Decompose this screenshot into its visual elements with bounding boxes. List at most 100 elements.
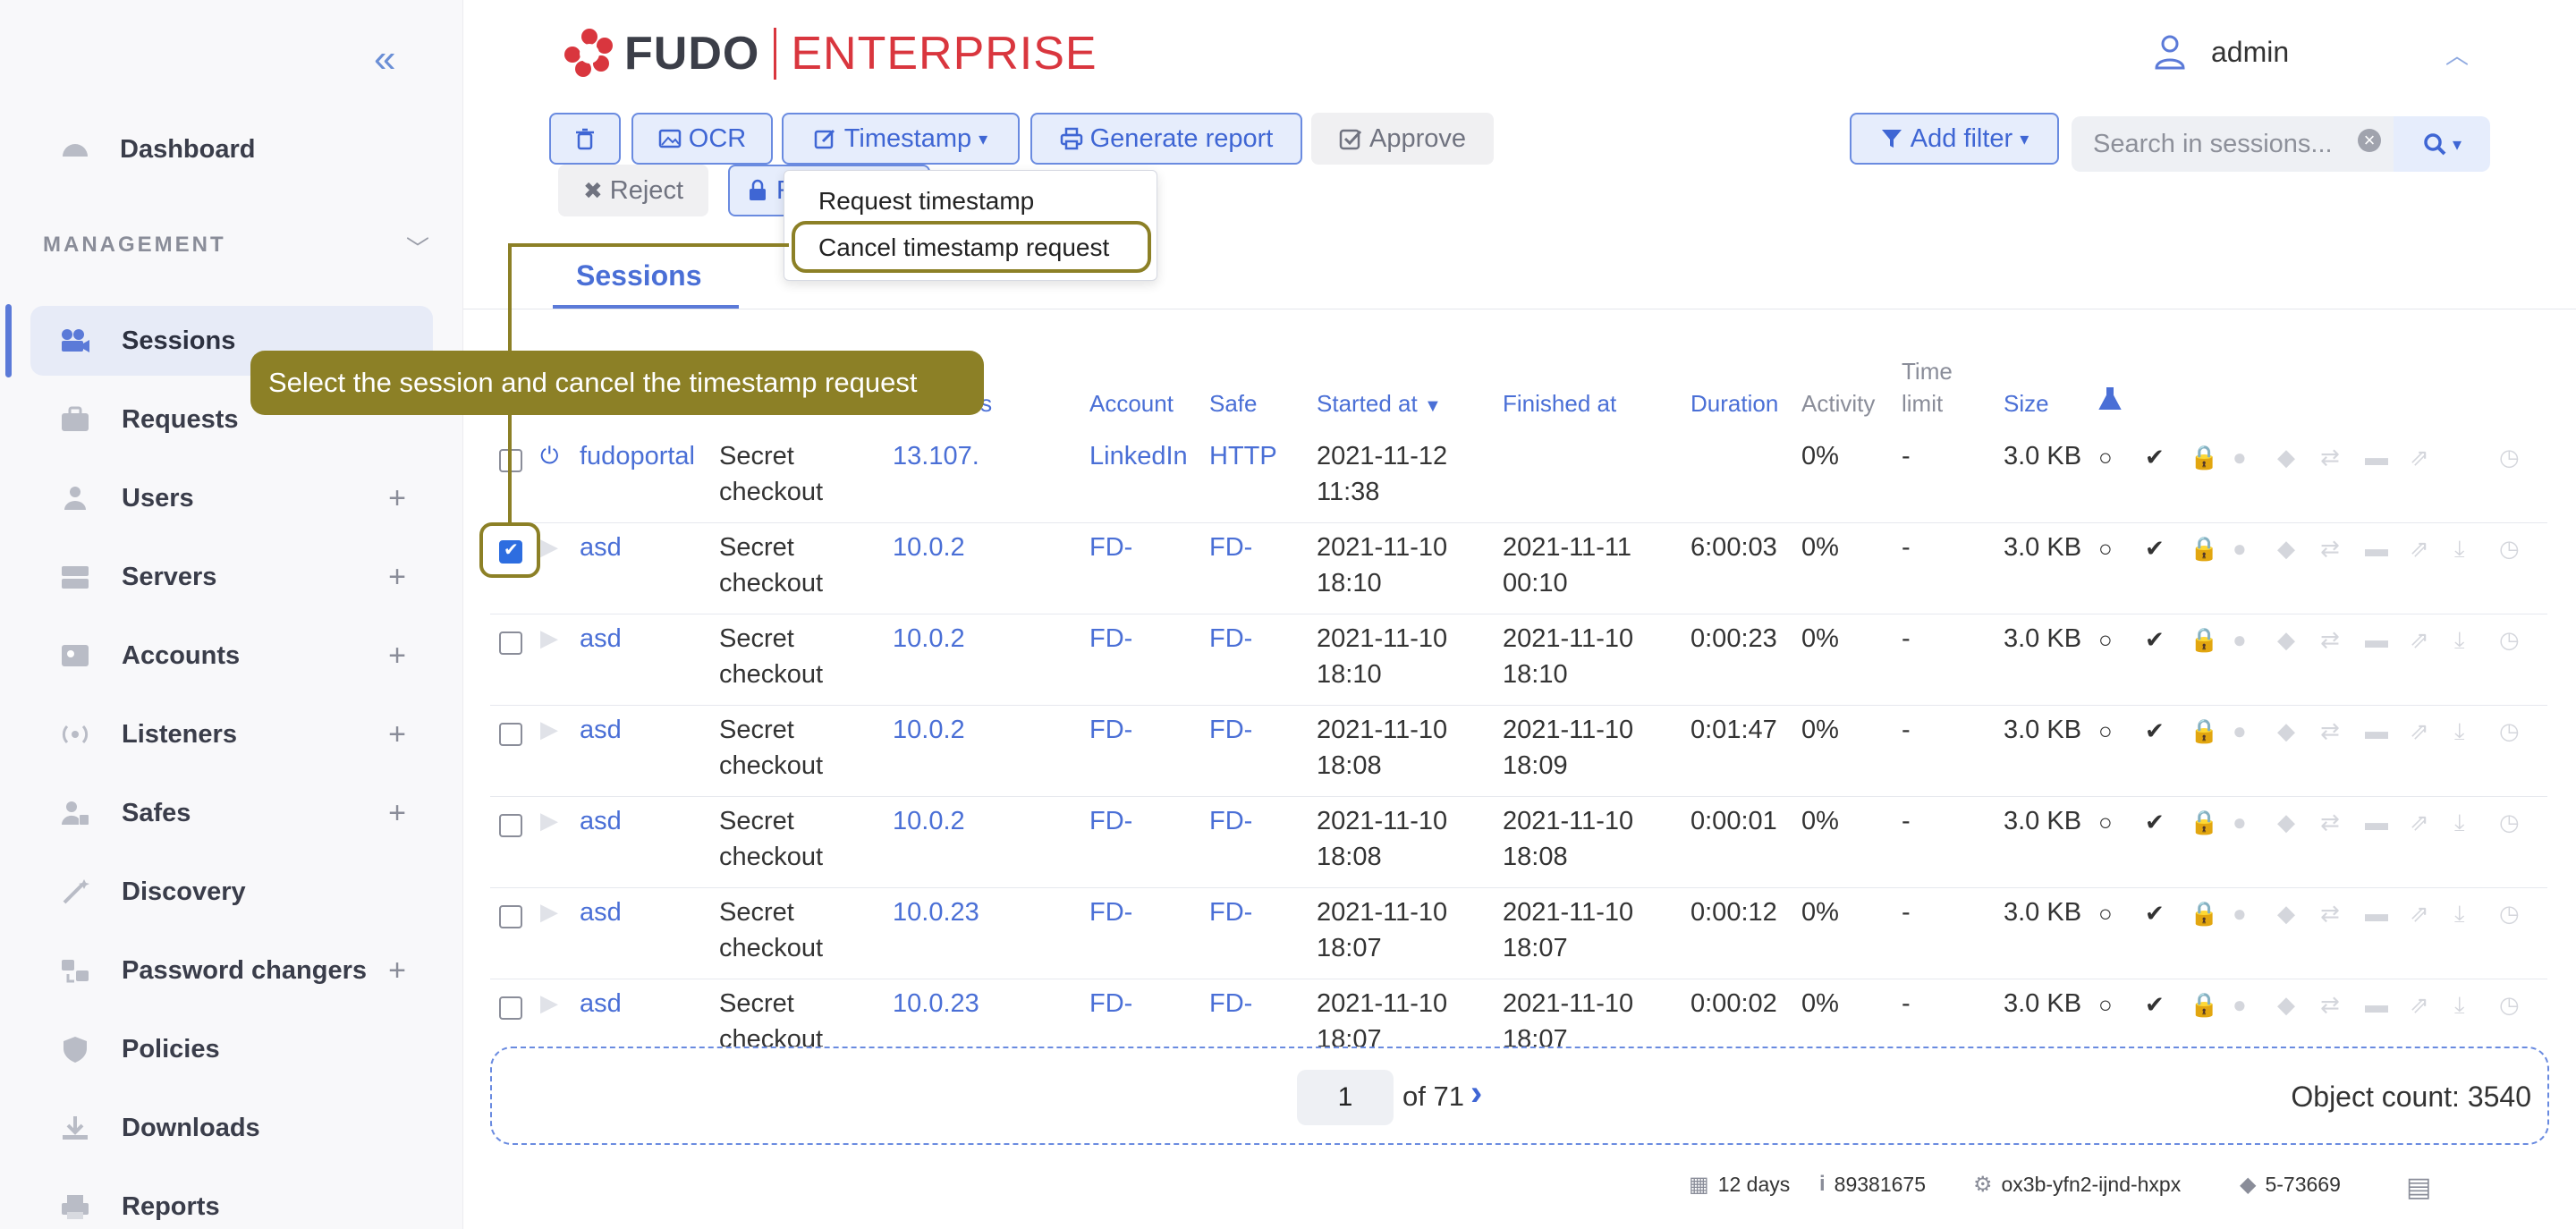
- cell-safe[interactable]: HTTP: [1209, 438, 1277, 474]
- sidebar-item-safes[interactable]: Safes +: [30, 778, 433, 848]
- cell-account[interactable]: FD-: [1089, 803, 1132, 839]
- next-page-icon[interactable]: ›: [1470, 1073, 1482, 1114]
- download-icon[interactable]: ⤓: [2454, 626, 2465, 655]
- generate-report-button[interactable]: Generate report: [1030, 113, 1302, 165]
- status-circle-icon[interactable]: ○: [2098, 900, 2113, 928]
- share-icon[interactable]: ⇗: [2410, 626, 2429, 654]
- cell-user[interactable]: asd: [580, 530, 622, 565]
- row-checkbox[interactable]: [499, 723, 522, 746]
- cell-safe[interactable]: FD-: [1209, 894, 1252, 930]
- tag-icon[interactable]: ◆: [2277, 900, 2295, 928]
- download-icon[interactable]: ⤓: [2454, 809, 2465, 837]
- request-timestamp-item[interactable]: Request timestamp: [818, 187, 1034, 216]
- search-input[interactable]: [2093, 129, 2334, 159]
- cell-account[interactable]: FD-: [1089, 621, 1132, 657]
- comment-icon[interactable]: ●: [2233, 535, 2247, 563]
- sidebar-item-password-changers[interactable]: Password changers +: [30, 936, 433, 1005]
- approve-button[interactable]: Approve: [1311, 113, 1494, 165]
- cell-safe[interactable]: FD-: [1209, 530, 1252, 565]
- folder-icon[interactable]: ▬: [2365, 535, 2388, 563]
- check-icon[interactable]: ✔: [2145, 626, 2165, 654]
- col-started-at[interactable]: Started at ▼: [1317, 390, 1442, 418]
- cell-account[interactable]: FD-: [1089, 986, 1132, 1021]
- cell-addr[interactable]: 13.107.: [893, 438, 979, 474]
- tag-icon[interactable]: ◆: [2277, 991, 2295, 1019]
- add-filter-button[interactable]: Add filter ▾: [1850, 113, 2059, 165]
- page-number-input[interactable]: 1: [1297, 1070, 1394, 1125]
- footer-docs[interactable]: ▤: [2406, 1172, 2431, 1203]
- sidebar-item-policies[interactable]: Policies: [30, 1014, 433, 1084]
- share-icon[interactable]: ⇗: [2410, 535, 2429, 563]
- sidebar-item-listeners[interactable]: Listeners +: [30, 699, 433, 769]
- status-circle-icon[interactable]: ○: [2098, 626, 2113, 654]
- share-icon[interactable]: ⇗: [2410, 900, 2429, 928]
- share-icon[interactable]: ⇗: [2410, 991, 2429, 1019]
- folder-icon[interactable]: ▬: [2365, 991, 2388, 1019]
- col-duration[interactable]: Duration: [1690, 390, 1778, 418]
- add-user-button[interactable]: +: [388, 481, 406, 516]
- sidebar-item-discovery[interactable]: Discovery: [30, 857, 433, 927]
- clock-icon[interactable]: ◷: [2499, 444, 2520, 471]
- folder-icon[interactable]: ▬: [2365, 717, 2388, 745]
- search-button[interactable]: ▾: [2394, 116, 2490, 172]
- col-finished-at[interactable]: Finished at: [1503, 390, 1616, 418]
- cell-user[interactable]: asd: [580, 986, 622, 1021]
- clock-icon[interactable]: ◷: [2499, 535, 2520, 563]
- folder-icon[interactable]: ▬: [2365, 626, 2388, 654]
- cell-user[interactable]: asd: [580, 712, 622, 748]
- lock-icon[interactable]: 🔒: [2190, 717, 2218, 745]
- play-icon[interactable]: ▶: [540, 533, 558, 561]
- check-icon[interactable]: ✔: [2145, 717, 2165, 745]
- cell-safe[interactable]: FD-: [1209, 621, 1252, 657]
- add-password-changer-button[interactable]: +: [388, 954, 406, 988]
- clear-search-icon[interactable]: ×: [2358, 129, 2381, 152]
- comment-icon[interactable]: ●: [2233, 444, 2247, 471]
- folder-icon[interactable]: ▬: [2365, 444, 2388, 471]
- shuffle-icon[interactable]: ⇄: [2320, 809, 2340, 836]
- shuffle-icon[interactable]: ⇄: [2320, 444, 2340, 471]
- cell-addr[interactable]: 10.0.2: [893, 803, 965, 839]
- download-icon[interactable]: ⤓: [2454, 717, 2465, 746]
- sidebar-item-downloads[interactable]: Downloads: [30, 1093, 433, 1163]
- row-checkbox[interactable]: [499, 631, 522, 655]
- comment-icon[interactable]: ●: [2233, 626, 2247, 654]
- cell-addr[interactable]: 10.0.23: [893, 894, 979, 930]
- comment-icon[interactable]: ●: [2233, 991, 2247, 1019]
- tag-icon[interactable]: ◆: [2277, 717, 2295, 745]
- ocr-button[interactable]: OCR: [631, 113, 773, 165]
- clock-icon[interactable]: ◷: [2499, 991, 2520, 1019]
- play-icon[interactable]: ▶: [540, 807, 558, 835]
- download-icon[interactable]: ⤓: [2454, 535, 2465, 564]
- cell-addr[interactable]: 10.0.2: [893, 621, 965, 657]
- download-icon[interactable]: ⤓: [2454, 991, 2465, 1020]
- folder-icon[interactable]: ▬: [2365, 809, 2388, 836]
- tag-icon[interactable]: ◆: [2277, 535, 2295, 563]
- row-checkbox[interactable]: [499, 996, 522, 1020]
- status-circle-icon[interactable]: ○: [2098, 444, 2113, 471]
- user-menu[interactable]: admin ︿: [2154, 34, 2469, 70]
- play-icon[interactable]: ▶: [540, 898, 558, 926]
- clock-icon[interactable]: ◷: [2499, 809, 2520, 836]
- comment-icon[interactable]: ●: [2233, 900, 2247, 928]
- cell-account[interactable]: FD-: [1089, 712, 1132, 748]
- row-checkbox[interactable]: [499, 814, 522, 837]
- status-circle-icon[interactable]: ○: [2098, 717, 2113, 745]
- clock-icon[interactable]: ◷: [2499, 717, 2520, 745]
- lock-icon[interactable]: 🔒: [2190, 991, 2218, 1019]
- play-icon[interactable]: ▶: [540, 716, 558, 743]
- cell-user[interactable]: asd: [580, 803, 622, 839]
- download-icon[interactable]: ⤓: [2454, 900, 2465, 928]
- cell-safe[interactable]: FD-: [1209, 712, 1252, 748]
- col-size[interactable]: Size: [2004, 390, 2049, 418]
- shuffle-icon[interactable]: ⇄: [2320, 626, 2340, 654]
- shuffle-icon[interactable]: ⇄: [2320, 717, 2340, 745]
- cell-user[interactable]: asd: [580, 621, 622, 657]
- delete-button[interactable]: [549, 113, 621, 165]
- cell-user[interactable]: fudoportal: [580, 438, 695, 474]
- clock-icon[interactable]: ◷: [2499, 900, 2520, 928]
- cell-user[interactable]: asd: [580, 894, 622, 930]
- share-icon[interactable]: ⇗: [2410, 717, 2429, 745]
- add-account-button[interactable]: +: [388, 639, 406, 674]
- power-icon[interactable]: ⏻: [540, 442, 559, 470]
- status-circle-icon[interactable]: ○: [2098, 535, 2113, 563]
